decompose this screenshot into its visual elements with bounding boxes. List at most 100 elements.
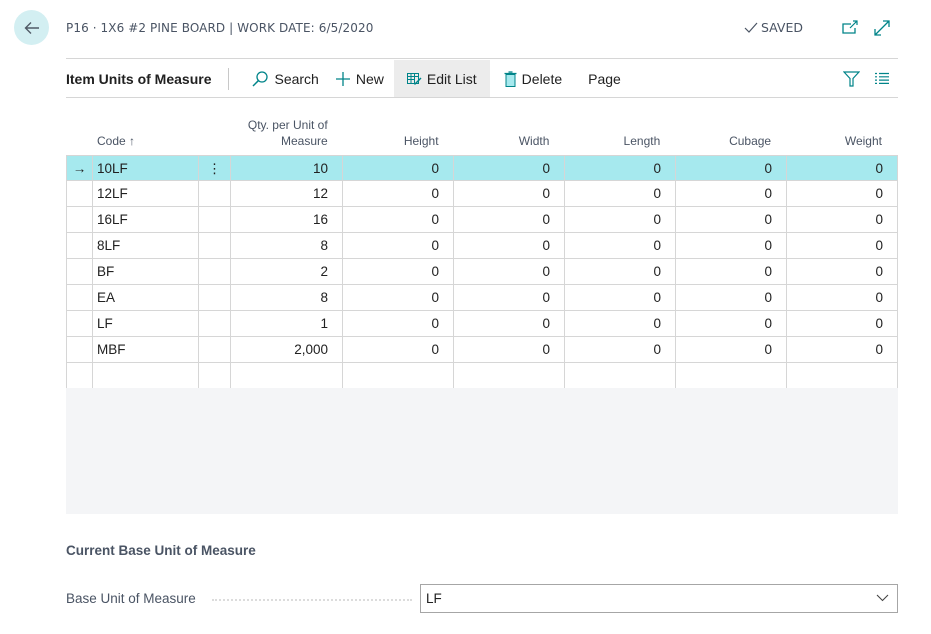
cell-weight[interactable]: 0 [787, 285, 898, 310]
cell-weight[interactable]: 0 [787, 311, 898, 336]
table-row[interactable]: BF 2 0 0 0 0 0 [66, 259, 898, 285]
cell-width[interactable]: 0 [454, 337, 565, 362]
cell-weight[interactable]: 0 [787, 156, 898, 180]
cell-length[interactable]: 0 [565, 207, 676, 232]
cell-code[interactable]: 16LF [93, 207, 199, 232]
cell-length[interactable]: 0 [565, 337, 676, 362]
cell-qty-per-unit[interactable]: 8 [231, 285, 343, 310]
cell-width[interactable]: 0 [454, 207, 565, 232]
row-menu-button[interactable] [199, 233, 231, 258]
table-row[interactable]: 12LF 12 0 0 0 0 0 [66, 181, 898, 207]
page-menu-button[interactable]: Page [572, 60, 631, 97]
cell-weight[interactable]: 0 [787, 259, 898, 284]
cell-width[interactable]: 0 [454, 181, 565, 206]
column-header-height[interactable]: Height [344, 133, 455, 149]
cell-code[interactable]: 12LF [93, 181, 199, 206]
table-row[interactable]: EA 8 0 0 0 0 0 [66, 285, 898, 311]
cell-code[interactable]: EA [93, 285, 199, 310]
cell-height[interactable]: 0 [343, 207, 454, 232]
cell-code[interactable]: MBF [93, 337, 199, 362]
column-header-length[interactable]: Length [565, 133, 676, 149]
cell-qty-per-unit[interactable]: 8 [231, 233, 343, 258]
edit-list-button[interactable]: Edit List [393, 60, 490, 97]
cell-length[interactable] [565, 363, 676, 388]
row-menu-button[interactable] [199, 207, 231, 232]
cell-width[interactable]: 0 [454, 233, 565, 258]
cell-height[interactable]: 0 [343, 337, 454, 362]
row-menu-button[interactable]: ⋮ [199, 156, 231, 180]
cell-length[interactable]: 0 [565, 285, 676, 310]
row-menu-button[interactable] [199, 285, 231, 310]
cell-length[interactable]: 0 [565, 156, 676, 180]
cell-length[interactable]: 0 [565, 233, 676, 258]
cell-code[interactable]: LF [93, 311, 199, 336]
cell-cubage[interactable]: 0 [676, 181, 787, 206]
cell-height[interactable]: 0 [343, 156, 454, 180]
base-unit-select[interactable]: LF [420, 584, 898, 613]
column-header-qty[interactable]: Qty. per Unit of Measure [199, 117, 344, 149]
cell-weight[interactable]: 0 [787, 337, 898, 362]
section-title: Current Base Unit of Measure [66, 543, 256, 558]
cell-qty-per-unit[interactable]: 12 [231, 181, 343, 206]
cell-width[interactable] [454, 363, 565, 388]
cell-height[interactable]: 0 [343, 311, 454, 336]
cell-code[interactable]: 10LF [93, 156, 199, 180]
new-button[interactable]: New [329, 60, 394, 97]
table-row[interactable]: 8LF 8 0 0 0 0 0 [66, 233, 898, 259]
cell-length[interactable]: 0 [565, 181, 676, 206]
cell-cubage[interactable]: 0 [676, 259, 787, 284]
cell-qty-per-unit[interactable]: 1 [231, 311, 343, 336]
cell-width[interactable]: 0 [454, 311, 565, 336]
cell-qty-per-unit[interactable]: 2 [231, 259, 343, 284]
column-header-cubage[interactable]: Cubage [676, 133, 787, 149]
cell-code[interactable] [93, 363, 199, 388]
open-new-window-button[interactable] [841, 19, 859, 37]
search-button[interactable]: Search [241, 60, 328, 97]
cell-length[interactable]: 0 [565, 259, 676, 284]
cell-height[interactable]: 0 [343, 285, 454, 310]
cell-weight[interactable]: 0 [787, 233, 898, 258]
cell-width[interactable]: 0 [454, 259, 565, 284]
table-row[interactable]: MBF 2,000 0 0 0 0 0 [66, 337, 898, 363]
cell-height[interactable]: 0 [343, 181, 454, 206]
cell-cubage[interactable] [676, 363, 787, 388]
list-view-icon[interactable] [874, 72, 890, 85]
cell-width[interactable]: 0 [454, 285, 565, 310]
cell-weight[interactable]: 0 [787, 181, 898, 206]
cell-width[interactable]: 0 [454, 156, 565, 180]
table-row[interactable]: LF 1 0 0 0 0 0 [66, 311, 898, 337]
cell-cubage[interactable]: 0 [676, 337, 787, 362]
cell-cubage[interactable]: 0 [676, 156, 787, 180]
cell-cubage[interactable]: 0 [676, 311, 787, 336]
cell-length[interactable]: 0 [565, 311, 676, 336]
cell-height[interactable]: 0 [343, 259, 454, 284]
cell-height[interactable]: 0 [343, 233, 454, 258]
cell-qty-per-unit[interactable]: 16 [231, 207, 343, 232]
table-row[interactable]: 16LF 16 0 0 0 0 0 [66, 207, 898, 233]
cell-qty-per-unit[interactable]: 2,000 [231, 337, 343, 362]
table-row[interactable]: → 10LF ⋮ 10 0 0 0 0 0 [66, 155, 898, 181]
table-row[interactable] [66, 363, 898, 389]
row-menu-button[interactable] [199, 363, 231, 388]
row-menu-button[interactable] [199, 311, 231, 336]
cell-qty-per-unit[interactable]: 10 [231, 156, 343, 180]
row-menu-button[interactable] [199, 259, 231, 284]
column-header-width[interactable]: Width [455, 133, 566, 149]
delete-button[interactable]: Delete [490, 60, 572, 97]
cell-height[interactable] [343, 363, 454, 388]
cell-qty-per-unit[interactable] [231, 363, 343, 388]
row-menu-button[interactable] [199, 337, 231, 362]
cell-weight[interactable] [787, 363, 898, 388]
expand-button[interactable] [873, 19, 891, 37]
cell-code[interactable]: BF [93, 259, 199, 284]
column-header-weight[interactable]: Weight [787, 133, 898, 149]
back-button[interactable] [14, 10, 49, 45]
row-menu-button[interactable] [199, 181, 231, 206]
cell-cubage[interactable]: 0 [676, 285, 787, 310]
cell-weight[interactable]: 0 [787, 207, 898, 232]
cell-code[interactable]: 8LF [93, 233, 199, 258]
cell-cubage[interactable]: 0 [676, 207, 787, 232]
cell-cubage[interactable]: 0 [676, 233, 787, 258]
column-header-code[interactable]: Code ↑ [66, 133, 199, 149]
filter-icon[interactable] [843, 70, 860, 87]
